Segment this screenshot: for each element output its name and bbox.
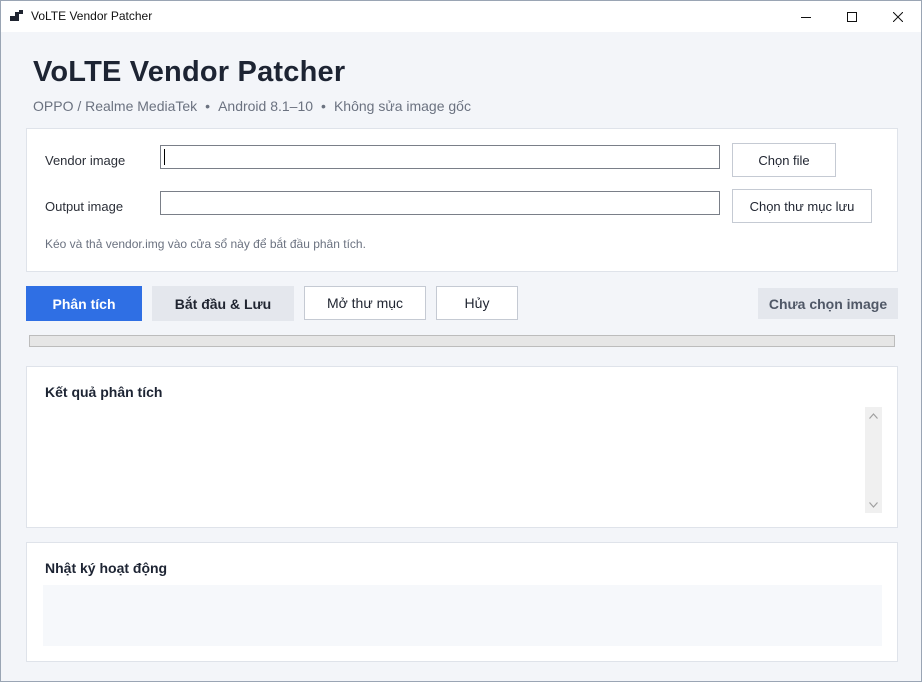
subtitle-android: Android 8.1–10 bbox=[218, 98, 314, 114]
file-selection-card: Vendor image Chọn file Output image Chọn… bbox=[26, 128, 898, 272]
activity-log-title: Nhật ký hoạt động bbox=[45, 560, 168, 576]
status-badge: Chưa chọn image bbox=[758, 288, 898, 319]
app-window: VoLTE Vendor Patcher VoLTE Vendor Patche… bbox=[0, 0, 922, 682]
app-icon bbox=[10, 10, 23, 23]
scroll-down-button[interactable] bbox=[865, 496, 882, 513]
analysis-result-text[interactable] bbox=[43, 407, 863, 513]
drag-drop-hint: Kéo và thả vendor.img vào cửa sổ này để … bbox=[45, 237, 366, 251]
subtitle-separator: • bbox=[205, 98, 211, 114]
minimize-icon bbox=[801, 16, 811, 18]
analyze-button[interactable]: Phân tích bbox=[26, 286, 142, 321]
choose-output-folder-button[interactable]: Chọn thư mục lưu bbox=[732, 189, 872, 223]
start-save-button[interactable]: Bắt đầu & Lưu bbox=[152, 286, 294, 321]
maximize-icon bbox=[847, 11, 857, 22]
output-image-input[interactable] bbox=[160, 191, 720, 215]
maximize-button[interactable] bbox=[829, 1, 875, 32]
open-folder-button[interactable]: Mở thư mục bbox=[304, 286, 426, 320]
progress-bar bbox=[29, 335, 895, 347]
close-button[interactable] bbox=[875, 1, 921, 32]
subtitle-device: OPPO / Realme MediaTek bbox=[33, 98, 198, 114]
subtitle-separator: • bbox=[321, 98, 326, 114]
output-image-label: Output image bbox=[45, 199, 124, 214]
activity-log-card: Nhật ký hoạt động bbox=[26, 542, 898, 662]
text-caret bbox=[164, 149, 165, 165]
vendor-image-input[interactable] bbox=[160, 145, 720, 169]
window-title: VoLTE Vendor Patcher bbox=[31, 9, 153, 23]
page-subtitle: OPPO / Realme MediaTek • Android 8.1–10 • Kh… bbox=[33, 98, 471, 114]
cancel-button[interactable]: Hủy bbox=[436, 286, 518, 320]
title-bar[interactable]: VoLTE Vendor Patcher bbox=[1, 1, 921, 32]
vendor-image-label: Vendor image bbox=[45, 153, 126, 168]
scroll-down-icon bbox=[869, 501, 878, 508]
scroll-up-button[interactable] bbox=[865, 407, 882, 424]
close-icon bbox=[893, 11, 903, 22]
activity-log-area[interactable] bbox=[43, 585, 882, 646]
minimize-button[interactable] bbox=[783, 1, 829, 32]
analysis-result-title: Kết quả phân tích bbox=[45, 384, 163, 400]
analysis-result-card: Kết quả phân tích bbox=[26, 366, 898, 528]
choose-file-button[interactable]: Chọn file bbox=[732, 143, 836, 177]
subtitle-note: Không sửa image gốc bbox=[333, 98, 471, 114]
page-title: VoLTE Vendor Patcher bbox=[33, 56, 346, 88]
result-scrollbar[interactable] bbox=[865, 407, 882, 513]
scroll-up-icon bbox=[869, 412, 878, 419]
